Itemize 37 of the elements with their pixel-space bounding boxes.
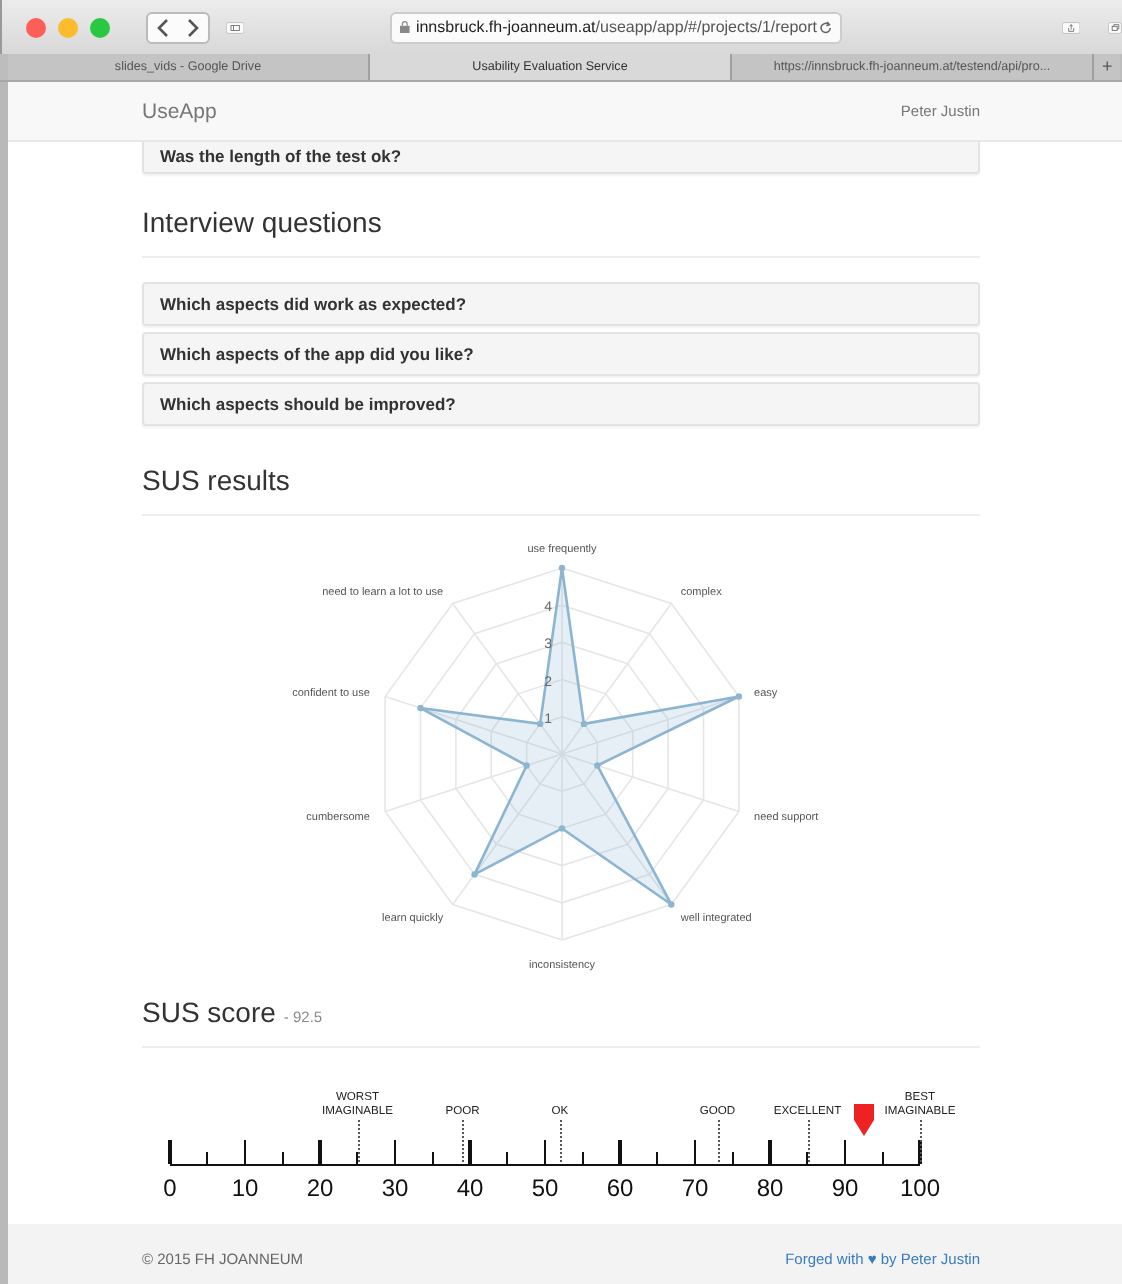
question-panel[interactable]: Which aspects of the app did you like? <box>142 332 980 376</box>
question-panel[interactable]: Was the length of the test ok? <box>142 142 980 174</box>
tick-label: 40 <box>456 1174 484 1202</box>
new-tab-button[interactable]: + <box>1094 54 1121 80</box>
data-point <box>558 825 566 832</box>
tick-label: 70 <box>681 1174 709 1202</box>
close-icon[interactable] <box>26 17 46 37</box>
tick-label: 0 <box>163 1174 177 1202</box>
tick-label: 50 <box>531 1174 559 1202</box>
section-heading: SUS results <box>142 464 292 496</box>
data-point <box>735 693 743 700</box>
url-domain: innsbruck.fh-joanneum.at <box>415 18 596 36</box>
section-heading: Interview questions <box>142 206 384 238</box>
data-point <box>580 720 588 728</box>
tick-label: 60 <box>606 1174 634 1202</box>
brand-link[interactable]: UseApp <box>142 99 217 123</box>
zoom-icon[interactable] <box>90 17 110 37</box>
tick-label: 90 <box>831 1174 859 1202</box>
data-point <box>536 720 544 728</box>
data-point <box>523 762 530 769</box>
section-heading: SUS score <box>142 996 276 1028</box>
data-point <box>471 871 478 878</box>
tick-label: 100 <box>899 1174 941 1202</box>
question-panel[interactable]: Which aspects should be improved? <box>142 382 980 426</box>
tick-label: 80 <box>756 1174 784 1202</box>
tick-label: 10 <box>231 1174 259 1202</box>
data-point <box>417 704 424 712</box>
data-point <box>558 564 566 572</box>
reload-icon[interactable] <box>817 19 833 35</box>
question-panel[interactable]: Which aspects did work as expected? <box>142 282 980 326</box>
tick-label: 30 <box>381 1174 409 1202</box>
data-point <box>668 901 675 908</box>
url-path: /useapp/app/#/projects/1/report <box>595 18 818 36</box>
tick-label: 20 <box>306 1174 334 1202</box>
data-point <box>594 762 601 769</box>
lock-icon <box>400 20 410 34</box>
address-bar[interactable]: innsbruck.fh-joanneum.at/useapp/app/#/projects/1/report <box>390 11 843 43</box>
